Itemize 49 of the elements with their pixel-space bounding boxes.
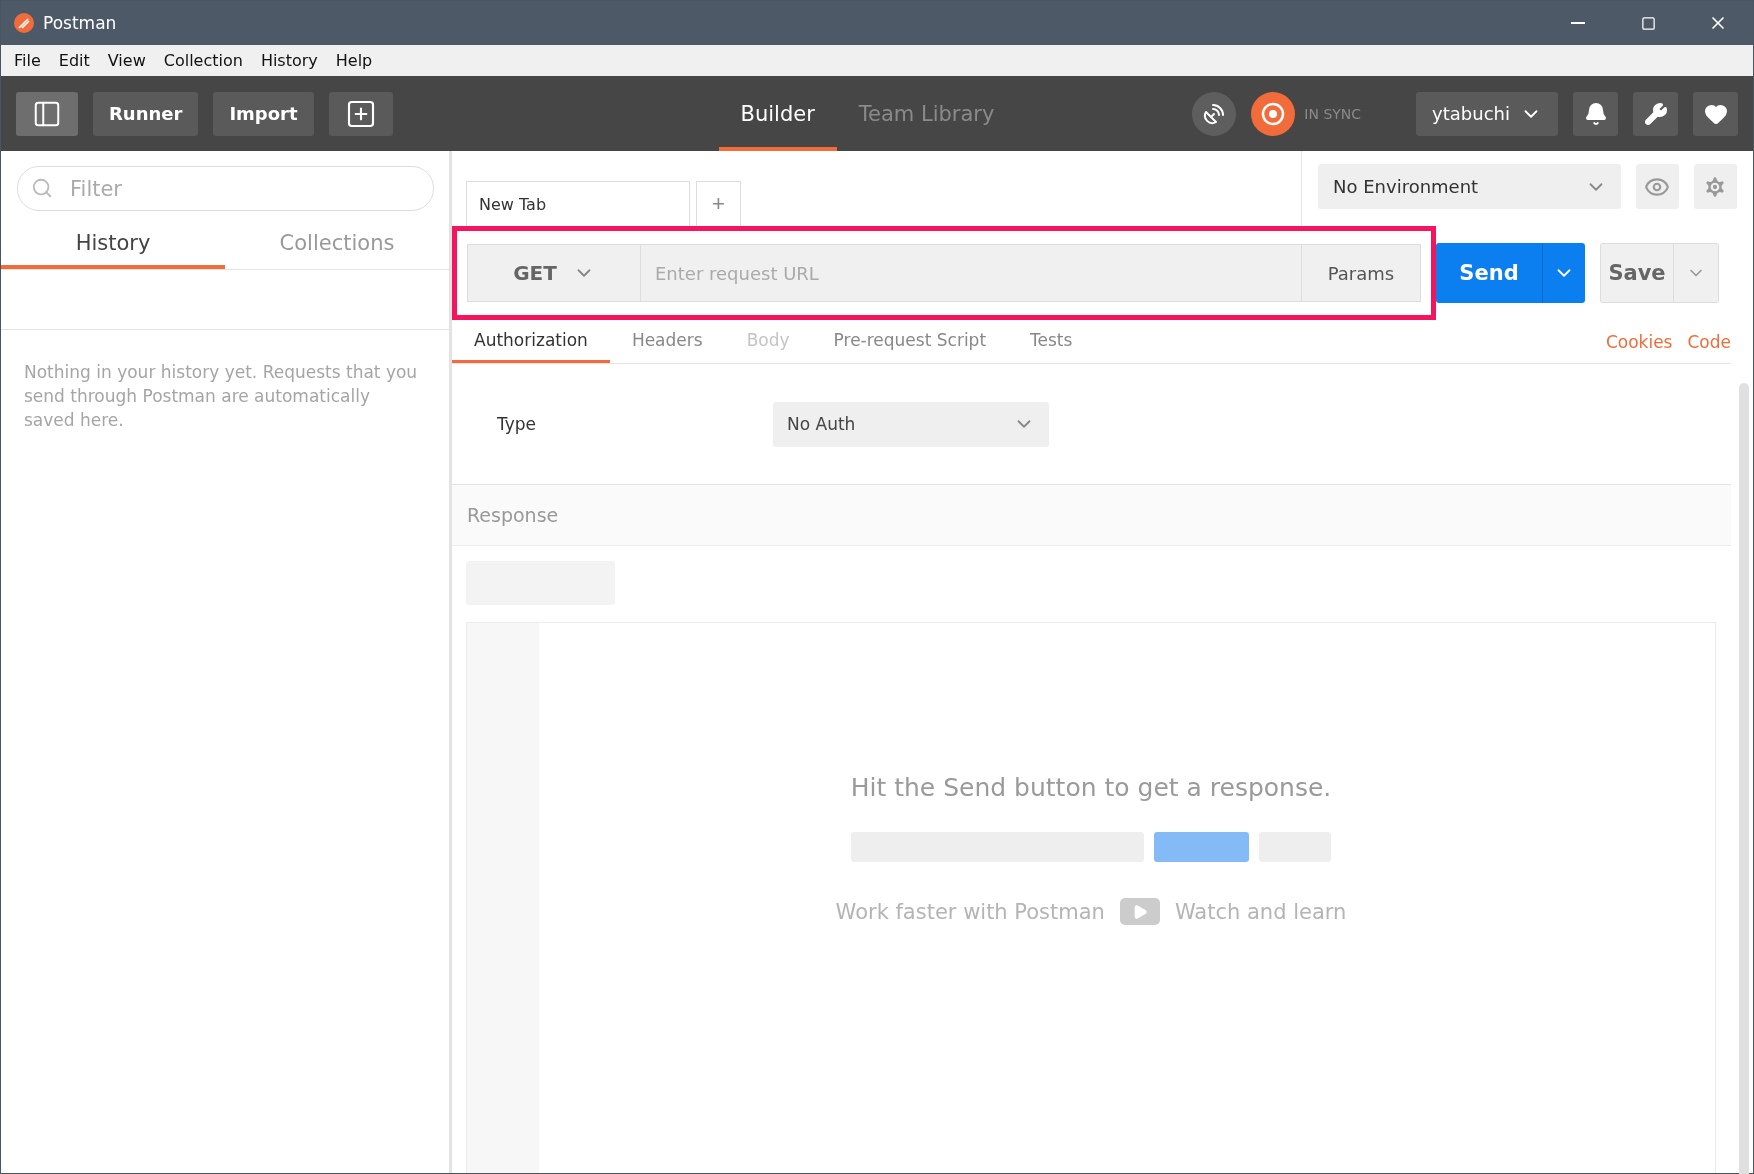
- request-section-tab[interactable]: Tests: [1008, 320, 1095, 363]
- sidebar-toggle-button[interactable]: [16, 91, 78, 136]
- send-options-button[interactable]: [1542, 243, 1585, 303]
- satellite-dish-icon: [1202, 101, 1227, 126]
- sync-status: IN SYNC: [1304, 105, 1362, 122]
- request-section-tab[interactable]: Pre-request Script: [811, 320, 1009, 363]
- menu-item[interactable]: View: [98, 51, 155, 70]
- response-header: Response: [452, 485, 1731, 546]
- environment-dropdown[interactable]: No Environment: [1318, 164, 1621, 209]
- auth-type-dropdown[interactable]: No Auth: [773, 401, 1049, 447]
- request-section-tab[interactable]: Authorization: [452, 320, 610, 363]
- search-icon: [31, 177, 53, 199]
- play-icon: [1119, 898, 1160, 925]
- auth-type-label: Type: [497, 414, 538, 434]
- menu-item[interactable]: History: [251, 51, 327, 70]
- menu-item[interactable]: Edit: [49, 51, 99, 70]
- window-title: Postman: [43, 13, 118, 33]
- toolbar-button[interactable]: Runner: [93, 91, 199, 136]
- nav-tab[interactable]: Builder: [718, 76, 837, 151]
- filter-field[interactable]: Filter: [17, 166, 434, 211]
- new-tab-button[interactable]: +: [696, 181, 741, 226]
- promo-text: Work faster with Postman: [835, 899, 1105, 924]
- toolbar-button[interactable]: Import: [213, 91, 314, 136]
- menu-item[interactable]: File: [5, 51, 50, 70]
- scrollbar[interactable]: [1739, 383, 1749, 1174]
- send-button[interactable]: Send: [1436, 243, 1542, 303]
- new-window-button[interactable]: [328, 91, 393, 136]
- save-button[interactable]: Save: [1600, 243, 1674, 303]
- postman-logo-icon: [13, 12, 35, 34]
- menu-item[interactable]: Collection: [154, 51, 252, 70]
- maximize-icon: [1640, 15, 1656, 31]
- request-tab[interactable]: New Tab: [466, 181, 690, 226]
- empty-history-message: Nothing in your history yet. Requests that you send through Postman are automatically saved here.: [24, 361, 419, 432]
- request-section-tab[interactable]: Headers: [609, 320, 725, 363]
- method-dropdown[interactable]: GET: [467, 244, 641, 302]
- url-field[interactable]: Enter request URL: [641, 244, 1301, 302]
- sidebar-tab[interactable]: History: [1, 221, 225, 269]
- heart-button[interactable]: [1693, 91, 1738, 136]
- notifications-button[interactable]: [1573, 91, 1618, 136]
- eye-button[interactable]: [1635, 164, 1679, 209]
- response-message: Hit the Send button to get a response.: [850, 773, 1332, 802]
- params-button[interactable]: Params: [1301, 244, 1421, 302]
- wrench-icon: [1643, 101, 1668, 126]
- settings-button[interactable]: [1633, 91, 1678, 136]
- menu-item[interactable]: Help: [326, 51, 382, 70]
- sync-icon: [1260, 100, 1287, 127]
- minimize-icon: [1571, 22, 1585, 24]
- user-menu-button[interactable]: ytabuchi: [1416, 91, 1558, 136]
- bell-icon: [1583, 101, 1608, 126]
